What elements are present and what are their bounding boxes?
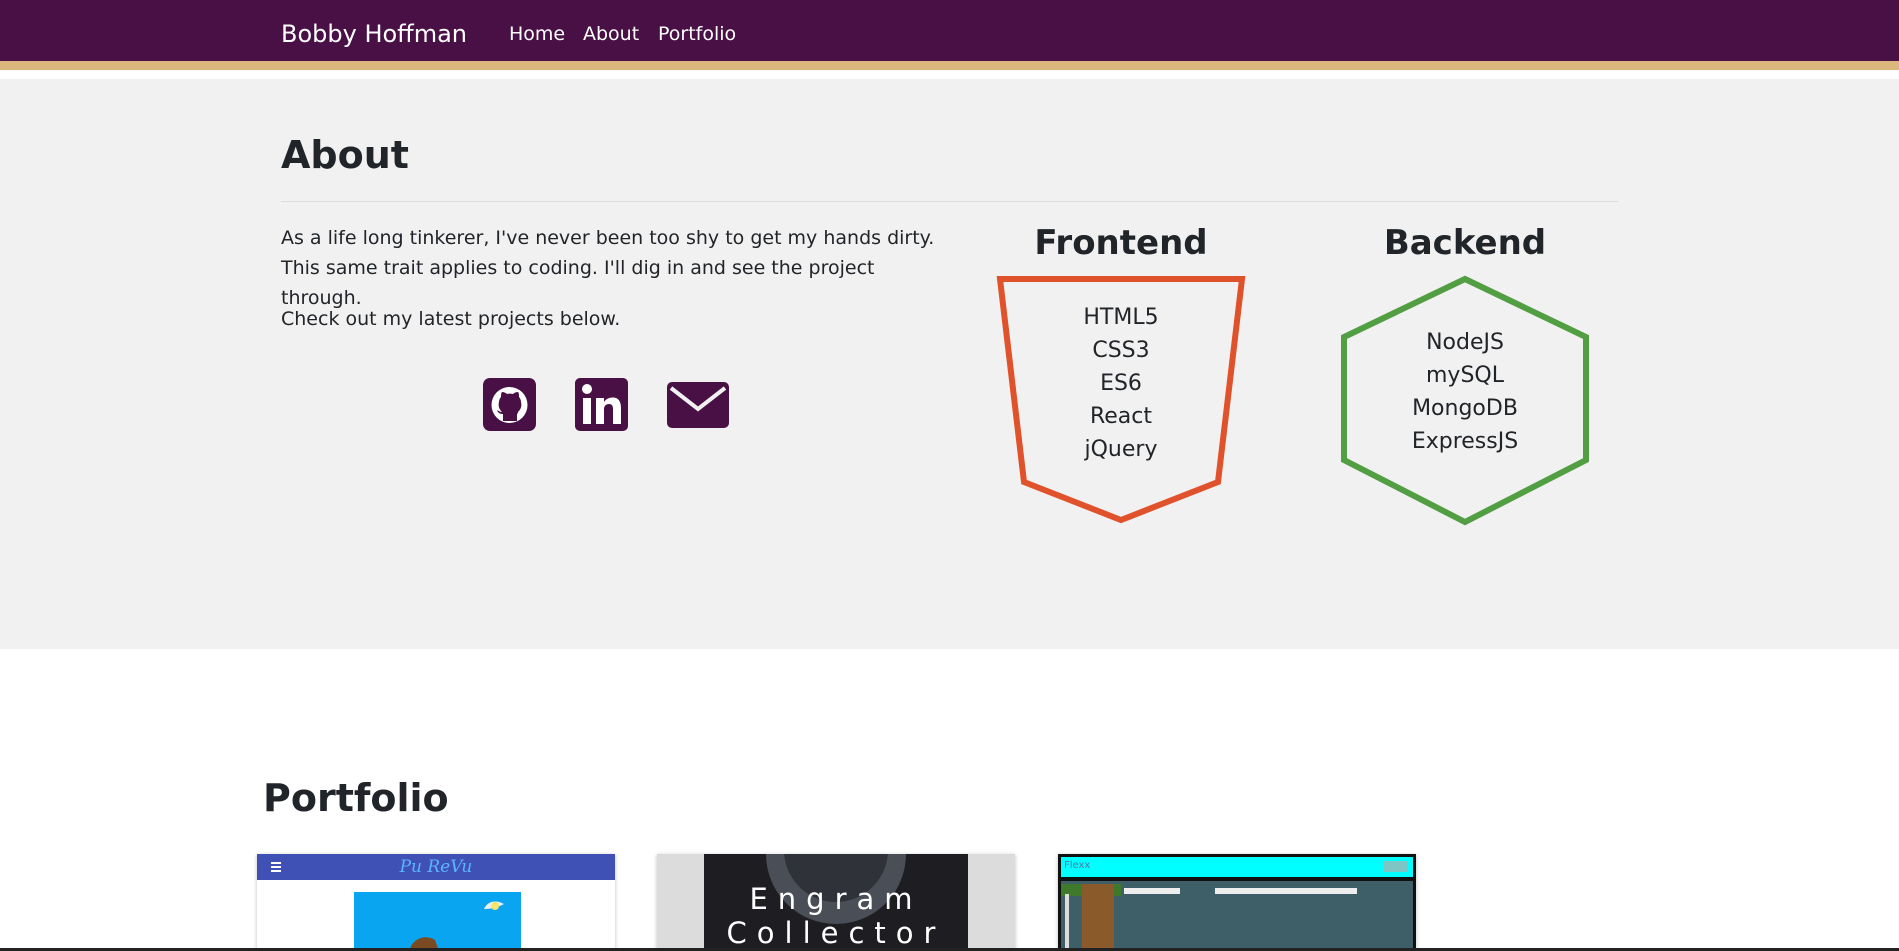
skill-item: CSS3 — [1092, 338, 1150, 363]
about-cta-text: Check out my latest projects below. — [281, 308, 621, 330]
portfolio-card-engram[interactable]: Engram Collector — [657, 854, 1015, 951]
portfolio-card-purevu[interactable]: Pu ReVu — [257, 854, 615, 951]
skill-item: React — [1089, 404, 1153, 429]
skill-item: mySQL — [1426, 363, 1504, 388]
card-title: Engram Collector — [726, 882, 946, 950]
brand-link[interactable]: Bobby Hoffman — [281, 20, 467, 48]
backend-title: Backend — [1383, 223, 1547, 263]
frontend-skill-list: HTML5 CSS3 ES6 React jQuery — [991, 301, 1251, 466]
skill-item: HTML5 — [1083, 305, 1159, 330]
card-title: Flexx — [1064, 860, 1091, 871]
skill-item: jQuery — [1084, 437, 1158, 462]
linkedin-icon[interactable] — [575, 378, 628, 431]
nav-link-about[interactable]: About — [583, 23, 639, 45]
skill-item: ES6 — [1100, 371, 1142, 396]
about-section: About As a life long tinkerer, I've neve… — [0, 79, 1899, 649]
backend-skill-list: NodeJS mySQL MongoDB ExpressJS — [1335, 326, 1595, 458]
github-icon[interactable] — [483, 378, 536, 431]
frontend-title: Frontend — [1034, 223, 1208, 263]
card-title: Pu ReVu — [399, 857, 473, 877]
about-paragraph: As a life long tinkerer, I've never been… — [281, 227, 935, 309]
nav-link-home[interactable]: Home — [509, 23, 565, 45]
envelope-icon[interactable] — [667, 382, 729, 428]
navbar: Bobby Hoffman Home About Portfolio — [0, 0, 1899, 70]
skill-item: NodeJS — [1426, 330, 1504, 355]
skill-item: ExpressJS — [1411, 429, 1519, 454]
about-title: About — [281, 133, 409, 177]
portfolio-card-flexx[interactable]: Flexx — [1058, 854, 1416, 951]
skill-item: MongoDB — [1412, 396, 1518, 421]
nav-link-portfolio[interactable]: Portfolio — [658, 23, 736, 45]
about-divider — [281, 201, 1618, 202]
portfolio-title: Portfolio — [263, 776, 449, 820]
flexx-screenshot — [1058, 854, 1416, 951]
